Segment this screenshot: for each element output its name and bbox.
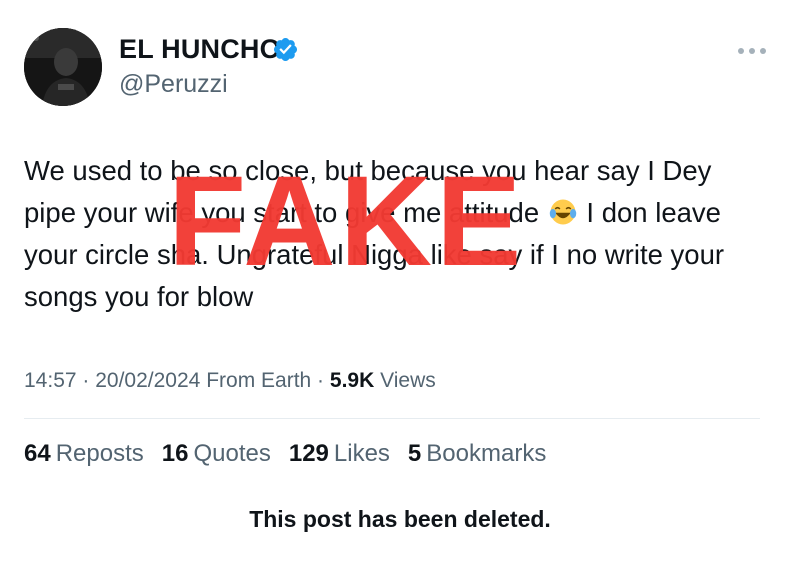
views-label: Views	[380, 369, 436, 392]
likes-label: Likes	[333, 440, 390, 467]
user-handle[interactable]: @Peruzzi	[119, 70, 228, 99]
reposts-label: Reposts	[55, 440, 144, 467]
reposts-stat[interactable]: 64 Reposts	[24, 440, 144, 468]
laughing-tears-emoji-icon	[549, 199, 577, 225]
quotes-label: Quotes	[193, 440, 271, 467]
quotes-stat[interactable]: 16 Quotes	[162, 440, 271, 468]
tweet-date[interactable]: 20/02/2024	[95, 369, 200, 392]
views-count: 5.9K	[329, 369, 375, 392]
display-name[interactable]: EL HUNCHO	[119, 34, 281, 65]
tweet-time[interactable]: 14:57	[24, 369, 77, 392]
deleted-notice: This post has been deleted.	[249, 506, 551, 532]
likes-stat[interactable]: 129 Likes	[289, 440, 390, 468]
engagement-stats: 64 Reposts 16 Quotes 129 Likes 5 Bookmarks	[24, 440, 546, 468]
tweet-source: From Earth	[206, 369, 312, 392]
verified-badge-icon	[273, 37, 298, 62]
divider	[24, 418, 760, 419]
avatar[interactable]	[24, 28, 102, 106]
profile-photo	[24, 28, 102, 106]
bookmarks-stat[interactable]: 5 Bookmarks	[408, 440, 546, 468]
more-options-icon[interactable]	[738, 44, 774, 58]
likes-count: 129	[288, 440, 329, 467]
fake-stamp-overlay: FAKE	[168, 150, 526, 293]
tweet-meta: 14:57 · 20/02/2024 From Earth · 5.9K Vie…	[24, 369, 436, 392]
bookmarks-count: 5	[407, 440, 422, 467]
reposts-count: 64	[24, 440, 51, 467]
quotes-count: 16	[161, 440, 189, 467]
bookmarks-label: Bookmarks	[426, 440, 547, 467]
